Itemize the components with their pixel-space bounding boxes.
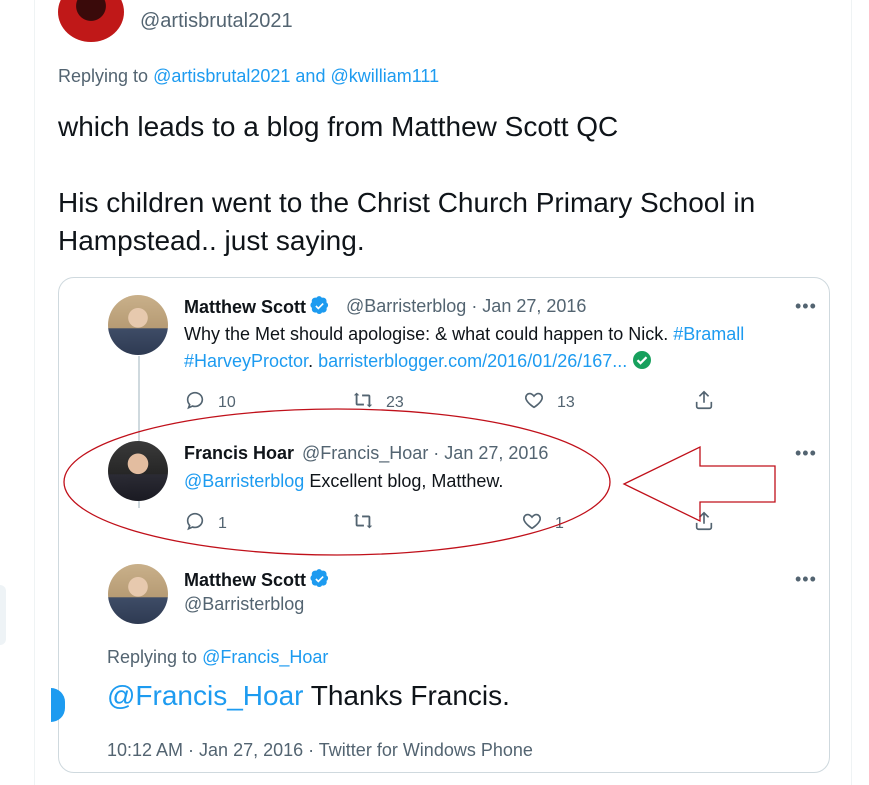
replying-to: Replying to @artisbrutal2021 and @kwilli… bbox=[58, 66, 439, 87]
url-link[interactable]: barristerblogger.com/2016/01/26/167... bbox=[318, 351, 627, 371]
share-icon bbox=[693, 389, 715, 416]
timeline-border-right bbox=[851, 0, 852, 785]
tweet-body-text: Excellent blog, Matthew. bbox=[304, 471, 504, 491]
avatar[interactable] bbox=[108, 441, 168, 501]
verified-badge-icon bbox=[310, 569, 330, 594]
share-button[interactable] bbox=[693, 389, 715, 416]
avatar[interactable] bbox=[108, 295, 168, 355]
like-button[interactable]: 13 bbox=[523, 389, 575, 416]
author-name[interactable]: Matthew Scott bbox=[184, 569, 330, 594]
author-name-text: Matthew Scott bbox=[184, 297, 307, 317]
replying-to: Replying to @Francis_Hoar bbox=[107, 647, 328, 668]
heart-icon bbox=[521, 510, 543, 537]
tweet-body: @Barristerblog Excellent blog, Matthew. bbox=[184, 468, 503, 495]
retweet-button[interactable] bbox=[352, 510, 386, 537]
more-options-icon[interactable]: ••• bbox=[795, 443, 817, 464]
retweet-icon bbox=[352, 510, 374, 537]
quoted-thread-card[interactable]: Matthew Scott @Barristerblog · Jan 27, 2… bbox=[51, 277, 830, 773]
avatar[interactable] bbox=[108, 564, 168, 624]
author-handle[interactable]: @Barristerblog bbox=[184, 594, 304, 615]
reply-button[interactable]: 1 bbox=[184, 510, 227, 537]
reply-count: 10 bbox=[218, 393, 236, 411]
hashtag-link[interactable]: #HarveyProctor bbox=[184, 351, 308, 371]
replying-user-link[interactable]: @Francis_Hoar bbox=[202, 647, 328, 667]
page-edge-marker bbox=[0, 585, 6, 645]
heart-icon bbox=[523, 389, 545, 416]
tweet-timestamp[interactable]: 10:12 AM · Jan 27, 2016 · Twitter for Wi… bbox=[107, 740, 533, 761]
retweet-icon bbox=[352, 389, 374, 416]
replying-and: and bbox=[290, 66, 331, 86]
more-options-icon[interactable]: ••• bbox=[795, 296, 817, 317]
reply-button[interactable]: 10 bbox=[184, 389, 236, 416]
tweet-body-text: Thanks Francis. bbox=[303, 680, 510, 711]
more-options-icon[interactable]: ••• bbox=[795, 569, 817, 590]
mention-link[interactable]: @Barristerblog bbox=[184, 471, 304, 491]
tweet-text-line-2: His children went to the Christ Church P… bbox=[58, 187, 756, 256]
reply-count: 1 bbox=[218, 514, 227, 532]
retweet-count: 23 bbox=[386, 393, 404, 411]
avatar[interactable] bbox=[58, 0, 124, 42]
share-button[interactable] bbox=[693, 510, 715, 537]
tweet-body-text: Why the Met should apologise: & what cou… bbox=[184, 324, 674, 344]
blue-circle-partial bbox=[51, 688, 65, 722]
author-name[interactable]: Francis Hoar bbox=[184, 443, 294, 464]
author-name[interactable]: Matthew Scott bbox=[184, 296, 330, 321]
reply-icon bbox=[184, 510, 206, 537]
like-count: 13 bbox=[557, 393, 575, 411]
tweet-body: Why the Met should apologise: & what cou… bbox=[184, 321, 804, 378]
hashtag-link[interactable]: #Bramall bbox=[673, 324, 744, 344]
timeline-border-left bbox=[34, 0, 35, 785]
tweet-handle-date[interactable]: @Barristerblog · Jan 27, 2016 bbox=[346, 296, 586, 317]
replying-prefix: Replying to bbox=[58, 66, 154, 86]
replying-user-link-2[interactable]: @kwilliam111 bbox=[330, 66, 439, 86]
like-count: 1 bbox=[555, 514, 564, 532]
tweet-body: @Francis_Hoar Thanks Francis. bbox=[107, 680, 510, 712]
tweet-text: which leads to a blog from Matthew Scott… bbox=[58, 108, 838, 260]
tweet-text-line-1: which leads to a blog from Matthew Scott… bbox=[58, 111, 619, 142]
replying-user-link-1[interactable]: @artisbrutal2021 bbox=[153, 66, 290, 86]
author-handle[interactable]: @artisbrutal2021 bbox=[140, 10, 293, 33]
share-icon bbox=[693, 510, 715, 537]
check-circle-icon bbox=[632, 350, 652, 378]
replying-prefix: Replying to bbox=[107, 647, 203, 667]
like-button[interactable]: 1 bbox=[521, 510, 564, 537]
verified-badge-icon bbox=[310, 296, 330, 321]
retweet-button[interactable]: 23 bbox=[352, 389, 404, 416]
author-name-text: Matthew Scott bbox=[184, 570, 307, 590]
reply-icon bbox=[184, 389, 206, 416]
mention-link[interactable]: @Francis_Hoar bbox=[107, 680, 303, 711]
tweet-handle-date[interactable]: @Francis_Hoar · Jan 27, 2016 bbox=[302, 443, 548, 464]
